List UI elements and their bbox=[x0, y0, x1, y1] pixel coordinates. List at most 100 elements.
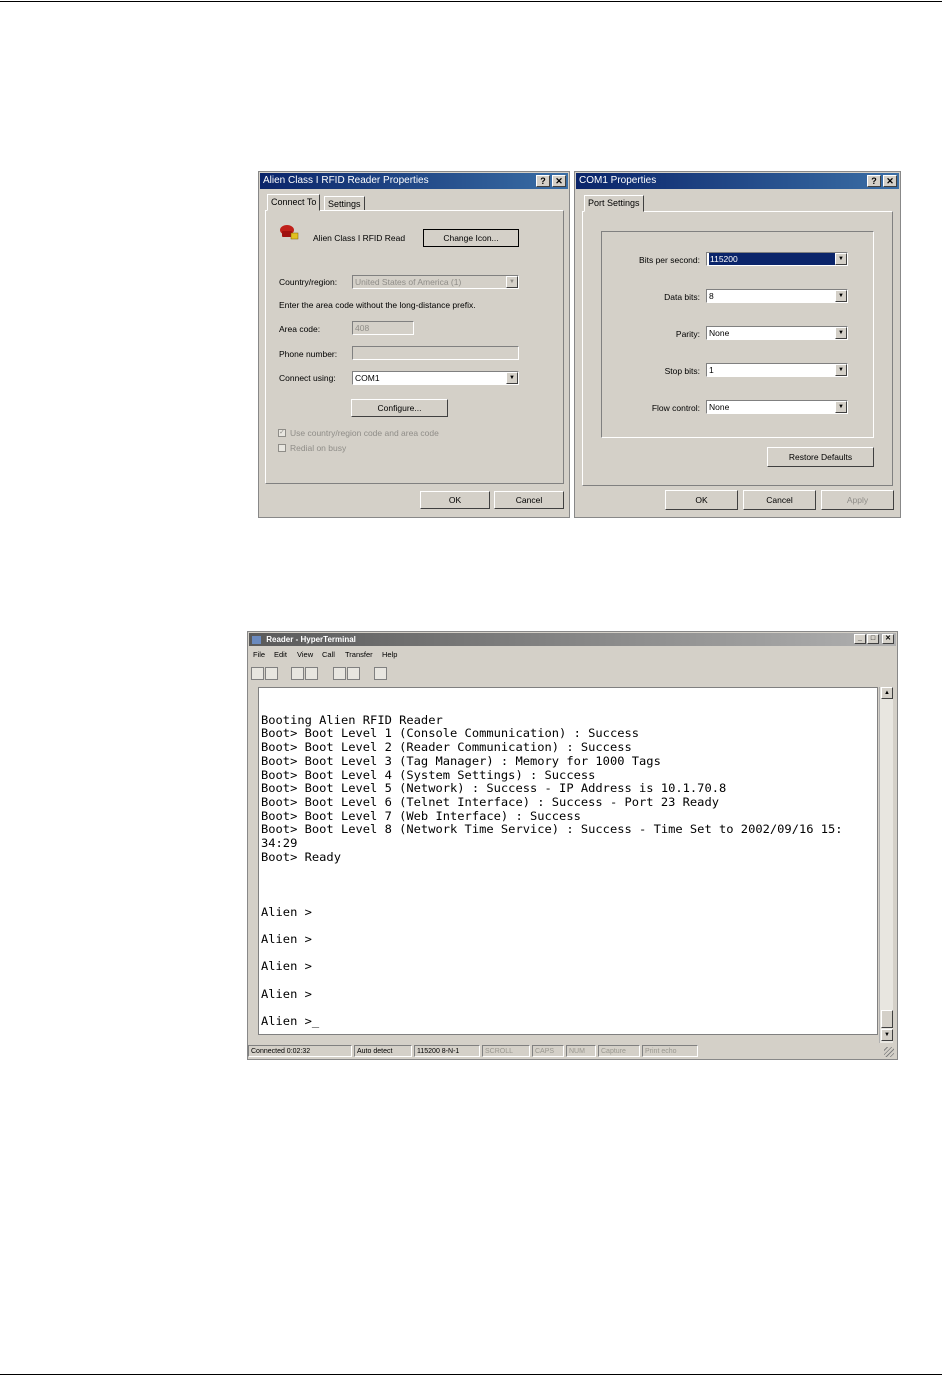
reader-dialog-title: Alien Class I RFID Reader Properties bbox=[263, 175, 429, 186]
connect-icon[interactable] bbox=[291, 667, 304, 680]
entry-name: Alien Class I RFID Read bbox=[313, 233, 406, 243]
disconnect-icon[interactable] bbox=[305, 667, 318, 680]
status-scroll: SCROLL bbox=[482, 1045, 530, 1057]
connect-using-select[interactable]: COM1 ▼ bbox=[352, 371, 519, 385]
use-country-label: Use country/region code and area code bbox=[290, 428, 439, 438]
apply-button[interactable]: Apply bbox=[821, 490, 894, 510]
chevron-down-icon[interactable]: ▼ bbox=[835, 327, 847, 339]
terminal-line: Alien > bbox=[261, 959, 312, 974]
reader-properties-dialog: Alien Class I RFID Reader Properties ? ✕… bbox=[258, 171, 570, 518]
com1-dialog-title: COM1 Properties bbox=[579, 175, 657, 186]
use-country-checkbox[interactable]: ✓ bbox=[278, 429, 286, 437]
area-code-field[interactable]: 408 bbox=[352, 321, 414, 335]
new-file-icon[interactable] bbox=[251, 667, 264, 680]
country-select[interactable]: United States of America (1) ▼ bbox=[352, 275, 519, 289]
scroll-up-button[interactable]: ▲ bbox=[881, 687, 893, 699]
terminal-line: Boot> Boot Level 2 (Reader Communication… bbox=[261, 740, 632, 755]
stop-bits-value: 1 bbox=[709, 365, 714, 375]
send-icon[interactable] bbox=[333, 667, 346, 680]
connect-using-value: COM1 bbox=[355, 373, 380, 383]
bits-per-second-value: 115200 bbox=[709, 253, 835, 265]
chevron-down-icon[interactable]: ▼ bbox=[506, 372, 518, 384]
chevron-down-icon[interactable]: ▼ bbox=[835, 364, 847, 376]
minimize-button[interactable]: _ bbox=[854, 634, 866, 644]
open-file-icon[interactable] bbox=[265, 667, 278, 680]
terminal-line: Alien > bbox=[261, 931, 312, 946]
chevron-down-icon[interactable]: ▼ bbox=[835, 253, 847, 265]
cancel-button[interactable]: Cancel bbox=[494, 491, 564, 509]
parity-select[interactable]: None ▼ bbox=[706, 326, 848, 340]
menu-view[interactable]: View bbox=[297, 650, 313, 659]
area-code-label: Area code: bbox=[279, 324, 321, 334]
country-label: Country/region: bbox=[279, 277, 338, 287]
top-rule bbox=[0, 1, 942, 2]
status-port-settings: 115200 8-N-1 bbox=[414, 1045, 480, 1057]
resize-grip-icon[interactable] bbox=[884, 1047, 894, 1057]
terminal-output: Booting Alien RFID Reader Boot> Boot Leve… bbox=[261, 700, 843, 1029]
stop-bits-select[interactable]: 1 ▼ bbox=[706, 363, 848, 377]
maximize-button[interactable]: □ bbox=[867, 634, 879, 644]
tab-settings[interactable]: Settings bbox=[324, 196, 365, 211]
configure-button[interactable]: Configure... bbox=[351, 399, 448, 417]
chevron-down-icon[interactable]: ▼ bbox=[835, 290, 847, 302]
status-connected: Connected 0:02:32 bbox=[248, 1045, 352, 1057]
ok-button[interactable]: OK bbox=[665, 490, 738, 510]
close-button[interactable]: ✕ bbox=[552, 175, 566, 187]
status-print-echo: Print echo bbox=[642, 1045, 698, 1057]
data-bits-select[interactable]: 8 ▼ bbox=[706, 289, 848, 303]
close-button[interactable]: ✕ bbox=[882, 634, 894, 644]
change-icon-button[interactable]: Change Icon... bbox=[423, 229, 519, 247]
flow-control-select[interactable]: None ▼ bbox=[706, 400, 848, 414]
redial-label: Redial on busy bbox=[290, 443, 347, 453]
properties-icon[interactable] bbox=[374, 667, 387, 680]
redial-checkbox[interactable] bbox=[278, 444, 286, 452]
cancel-button[interactable]: Cancel bbox=[743, 490, 816, 510]
help-button[interactable]: ? bbox=[867, 175, 881, 187]
menu-call[interactable]: Call bbox=[322, 650, 335, 659]
terminal-line: Boot> Boot Level 8 (Network Time Service… bbox=[261, 822, 843, 837]
flow-control-label: Flow control: bbox=[651, 403, 700, 413]
phone-number-label: Phone number: bbox=[279, 349, 338, 359]
terminal-line: Boot> Boot Level 3 (Tag Manager) : Memor… bbox=[261, 753, 661, 768]
com1-properties-dialog: COM1 Properties ? ✕ Port Settings Bits p… bbox=[574, 171, 901, 518]
terminal-line: Alien > bbox=[261, 986, 312, 1001]
tab-port-settings[interactable]: Port Settings bbox=[584, 195, 644, 212]
vertical-scrollbar[interactable]: ▲ ▼ bbox=[879, 687, 893, 1043]
menu-edit[interactable]: Edit bbox=[274, 650, 287, 659]
data-bits-value: 8 bbox=[709, 291, 714, 301]
terminal-line: Alien >_ bbox=[261, 1014, 320, 1029]
chevron-down-icon[interactable]: ▼ bbox=[835, 401, 847, 413]
status-auto-detect: Auto detect bbox=[354, 1045, 412, 1057]
phone-icon bbox=[280, 225, 299, 240]
phone-number-field[interactable] bbox=[352, 346, 519, 360]
tab-connect-to[interactable]: Connect To bbox=[267, 194, 321, 211]
status-num: NUM bbox=[566, 1045, 596, 1057]
receive-icon[interactable] bbox=[347, 667, 360, 680]
menu-file[interactable]: File bbox=[253, 650, 265, 659]
reader-dialog-titlebar: Alien Class I RFID Reader Properties ? ✕ bbox=[260, 173, 568, 189]
hyperterminal-titlebar: Reader - HyperTerminal _ □ ✕ bbox=[249, 633, 896, 646]
terminal-line: Booting Alien RFID Reader bbox=[261, 712, 443, 727]
close-button[interactable]: ✕ bbox=[883, 175, 897, 187]
country-value: United States of America (1) bbox=[355, 277, 462, 287]
status-caps: CAPS bbox=[532, 1045, 564, 1057]
terminal-line: Boot> Boot Level 5 (Network) : Success -… bbox=[261, 781, 727, 796]
menu-help[interactable]: Help bbox=[382, 650, 397, 659]
ok-button[interactable]: OK bbox=[420, 491, 490, 509]
scroll-thumb[interactable] bbox=[881, 1010, 893, 1028]
data-bits-label: Data bits: bbox=[664, 292, 700, 302]
bits-per-second-label: Bits per second: bbox=[639, 255, 700, 265]
chevron-down-icon: ▼ bbox=[506, 276, 518, 288]
terminal-app-icon bbox=[252, 635, 261, 644]
scroll-down-button[interactable]: ▼ bbox=[881, 1029, 893, 1041]
restore-defaults-button[interactable]: Restore Defaults bbox=[767, 447, 874, 467]
terminal-line: Alien > bbox=[261, 904, 312, 919]
bits-per-second-select[interactable]: 115200 ▼ bbox=[706, 252, 848, 266]
menu-transfer[interactable]: Transfer bbox=[345, 650, 373, 659]
help-button[interactable]: ? bbox=[536, 175, 550, 187]
